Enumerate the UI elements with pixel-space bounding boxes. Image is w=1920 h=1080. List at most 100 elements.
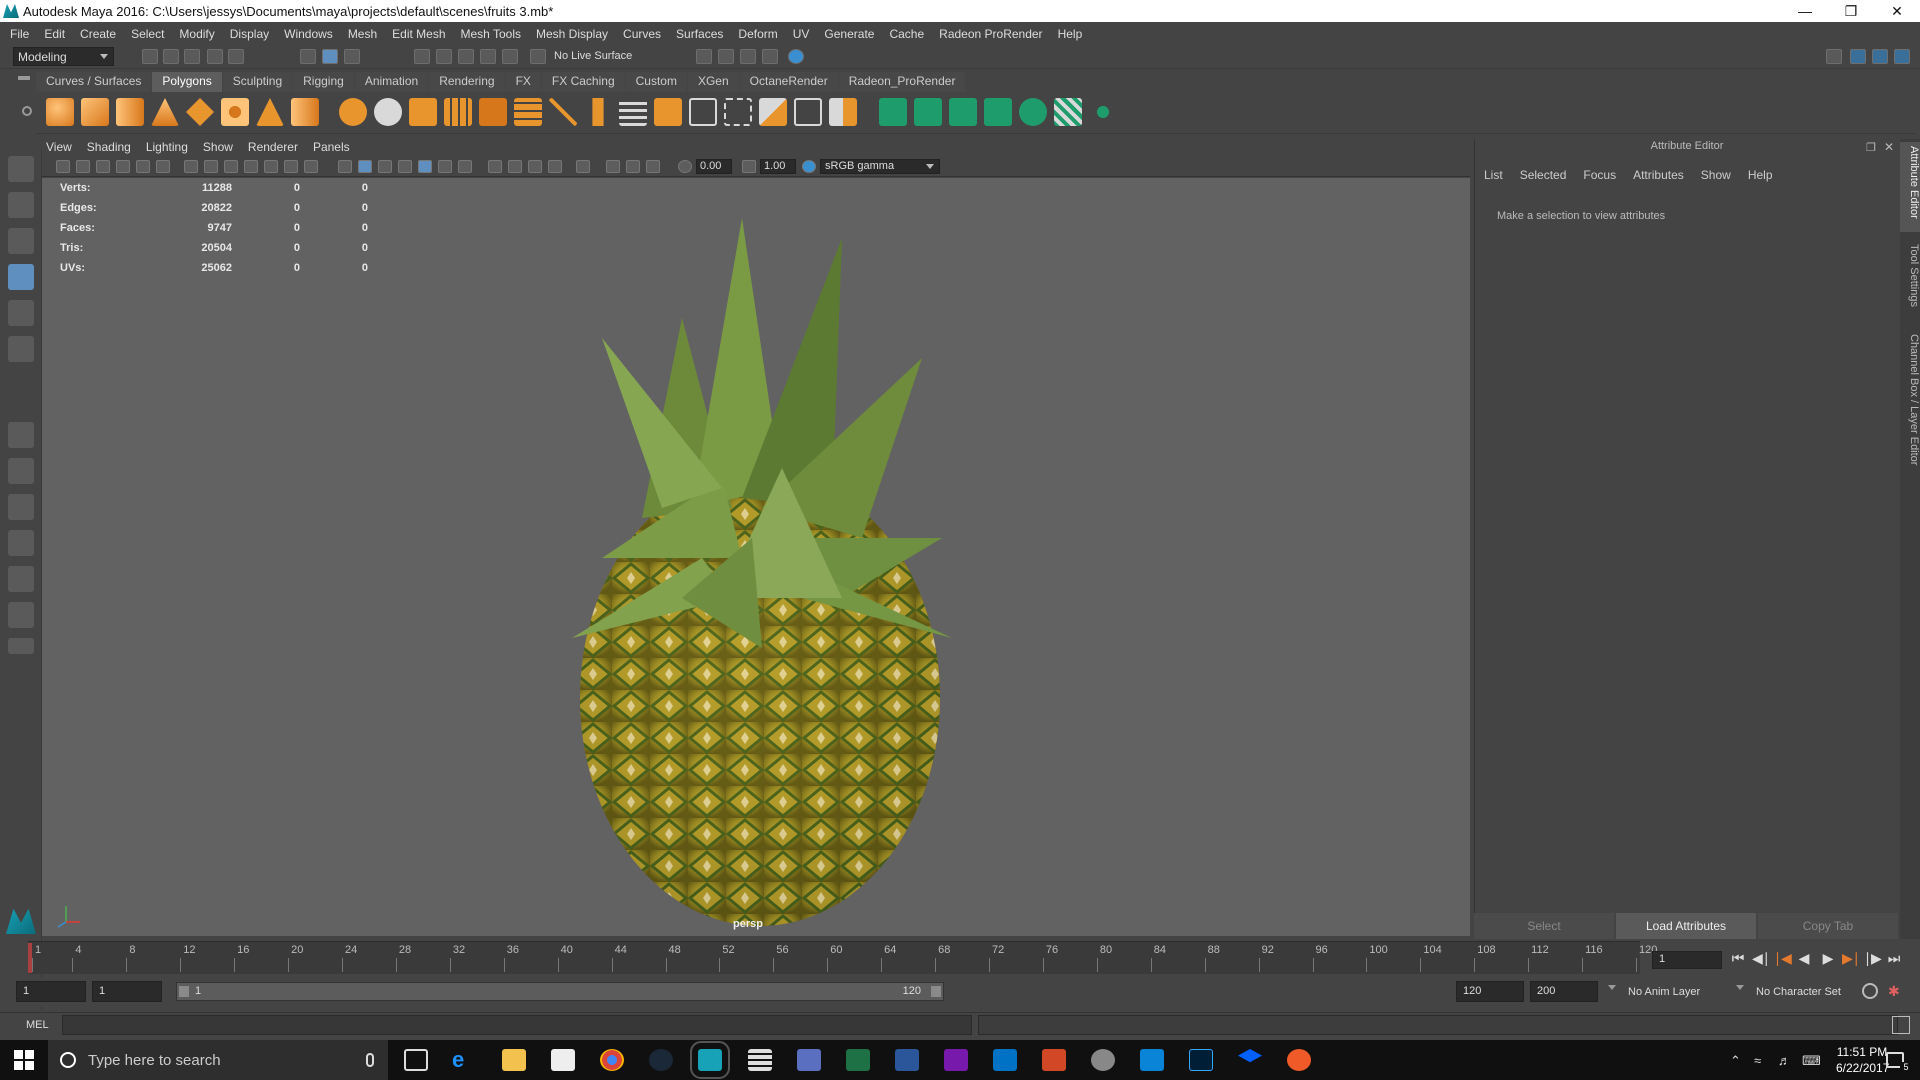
taskbar-clock[interactable]: 11:51 PM 6/22/2017 (1836, 1044, 1889, 1076)
outlook-icon[interactable] (993, 1049, 1017, 1071)
use-all-lights-icon[interactable] (438, 160, 452, 173)
menu-curves[interactable]: Curves (623, 27, 661, 41)
resolution-gate-icon[interactable] (224, 160, 238, 173)
photoshop-icon[interactable] (1189, 1049, 1213, 1071)
redo-icon[interactable] (228, 49, 244, 64)
ae-menu-focus[interactable]: Focus (1583, 168, 1616, 182)
perspective-viewport[interactable] (42, 178, 1470, 936)
animation-preferences-icon[interactable]: ✱ (1888, 983, 1906, 999)
menu-edit[interactable]: Edit (44, 27, 65, 41)
float-panel-icon[interactable]: ❐ (1866, 141, 1876, 154)
menu-deform[interactable]: Deform (738, 27, 777, 41)
exposure-field[interactable]: 0.00 (696, 159, 732, 174)
restore-button[interactable]: ❐ (1828, 0, 1874, 22)
modeling-toolkit-icon[interactable] (1850, 49, 1866, 64)
xray-icon[interactable] (606, 160, 620, 173)
shelf-tab-octanerender[interactable]: OctaneRender (739, 72, 838, 92)
hypershade-layout-icon[interactable] (8, 602, 34, 628)
select-object-icon[interactable] (322, 49, 338, 64)
ae-menu-attributes[interactable]: Attributes (1633, 168, 1684, 182)
snap-grid-icon[interactable] (414, 49, 430, 64)
single-perspective-layout-icon[interactable] (8, 422, 34, 448)
select-camera-icon[interactable] (56, 160, 70, 173)
safe-action-icon[interactable] (284, 160, 298, 173)
save-scene-icon[interactable] (184, 49, 200, 64)
color-management-icon[interactable] (802, 160, 816, 173)
go-to-start-icon[interactable]: ⏮ (1730, 950, 1746, 968)
isolate-select-icon[interactable] (576, 160, 590, 173)
character-set-select[interactable]: No Character Set (1756, 986, 1841, 998)
store-icon[interactable] (551, 1049, 575, 1071)
vp-menu-renderer[interactable]: Renderer (248, 140, 298, 156)
2d-pan-zoom-icon[interactable] (136, 160, 150, 173)
open-scene-icon[interactable] (163, 49, 179, 64)
paint-select-tool-icon[interactable] (8, 228, 34, 254)
onenote-icon[interactable] (944, 1049, 968, 1071)
wireframe-on-shaded-icon[interactable] (378, 160, 392, 173)
step-back-frame-icon[interactable]: ∣◀ (1774, 950, 1792, 968)
persp-graph-layout-icon[interactable] (8, 530, 34, 556)
snap-point-icon[interactable] (458, 49, 474, 64)
time-slider[interactable]: 1 4 8 12 16 20 24 28 32 36 40 44 48 52 56 60 64 68 72 76 80 8… (28, 941, 1657, 974)
gate-mask-icon[interactable] (244, 160, 258, 173)
shelf-tab-rigging[interactable]: Rigging (293, 72, 354, 92)
menu-modify[interactable]: Modify (179, 27, 214, 41)
menu-select[interactable]: Select (131, 27, 164, 41)
menu-cache[interactable]: Cache (889, 27, 924, 41)
play-backward-icon[interactable]: ◀ (1796, 950, 1812, 968)
powerpoint-icon[interactable] (1042, 1049, 1066, 1071)
shelf-tab-fx-caching[interactable]: FX Caching (541, 72, 625, 92)
quadrangulate-icon[interactable] (829, 98, 857, 126)
render-frame-icon[interactable] (718, 49, 734, 64)
undo-icon[interactable] (207, 49, 223, 64)
boolean-icon[interactable] (759, 98, 787, 126)
insert-edge-loop-icon[interactable] (724, 98, 752, 126)
word-icon[interactable] (895, 1049, 919, 1071)
shelf-options-icon[interactable] (22, 106, 32, 116)
mode-selector[interactable]: Modeling (13, 47, 114, 66)
smooth-shade-icon[interactable] (358, 160, 372, 173)
playback-end-field[interactable]: 120 (1456, 981, 1524, 1002)
smooth-icon[interactable] (444, 98, 472, 126)
range-start-handle[interactable] (179, 986, 189, 997)
layout-options-icon[interactable] (8, 638, 34, 654)
bridge-icon[interactable] (514, 98, 542, 126)
auto-key-icon[interactable] (1862, 983, 1878, 999)
ambient-occlusion-icon[interactable] (488, 160, 502, 173)
excel-icon[interactable] (846, 1049, 870, 1071)
shelf-tab-sculpting[interactable]: Sculpting (222, 72, 293, 92)
anim-layer-select[interactable]: No Anim Layer (1628, 986, 1700, 998)
lasso-tool-icon[interactable] (8, 192, 34, 218)
extrude-icon[interactable] (409, 98, 437, 126)
play-forward-icon[interactable]: ▶ (1820, 950, 1836, 968)
menu-windows[interactable]: Windows (284, 27, 333, 41)
render-view-icon[interactable] (696, 49, 712, 64)
ae-select-button[interactable]: Select (1474, 913, 1614, 939)
render-settings-icon[interactable] (762, 49, 778, 64)
xray-joints-icon[interactable] (626, 160, 640, 173)
tab-channel-box-layer-editor[interactable]: Channel Box / Layer Editor (1900, 330, 1920, 470)
select-component-icon[interactable] (344, 49, 360, 64)
anti-aliasing-icon[interactable] (528, 160, 542, 173)
network-icon[interactable]: ≈ (1754, 1053, 1761, 1068)
persp-outliner-layout-icon[interactable] (8, 494, 34, 520)
menu-surfaces[interactable]: Surfaces (676, 27, 723, 41)
workspace-icon[interactable] (1826, 49, 1842, 64)
chevron-down-icon[interactable] (1736, 985, 1744, 994)
select-hierarchy-icon[interactable] (300, 49, 316, 64)
ae-menu-selected[interactable]: Selected (1520, 168, 1567, 182)
menu-generate[interactable]: Generate (824, 27, 874, 41)
shelf-tab-rendering[interactable]: Rendering (429, 72, 505, 92)
view-transform-select[interactable]: sRGB gamma (820, 159, 940, 174)
ae-load-attributes-button[interactable]: Load Attributes (1616, 913, 1756, 939)
multi-cut-icon[interactable] (549, 98, 577, 126)
merge-icon[interactable] (619, 98, 647, 126)
select-tool-icon[interactable] (8, 156, 34, 182)
motion-blur-icon[interactable] (508, 160, 522, 173)
vp-menu-shading[interactable]: Shading (87, 140, 131, 156)
bookmark-icon[interactable] (96, 160, 110, 173)
vp-menu-panels[interactable]: Panels (313, 140, 350, 156)
poly-torus-icon[interactable] (221, 98, 249, 126)
outliner-layout-icon[interactable] (8, 566, 34, 592)
planar-map-icon[interactable] (914, 98, 942, 126)
